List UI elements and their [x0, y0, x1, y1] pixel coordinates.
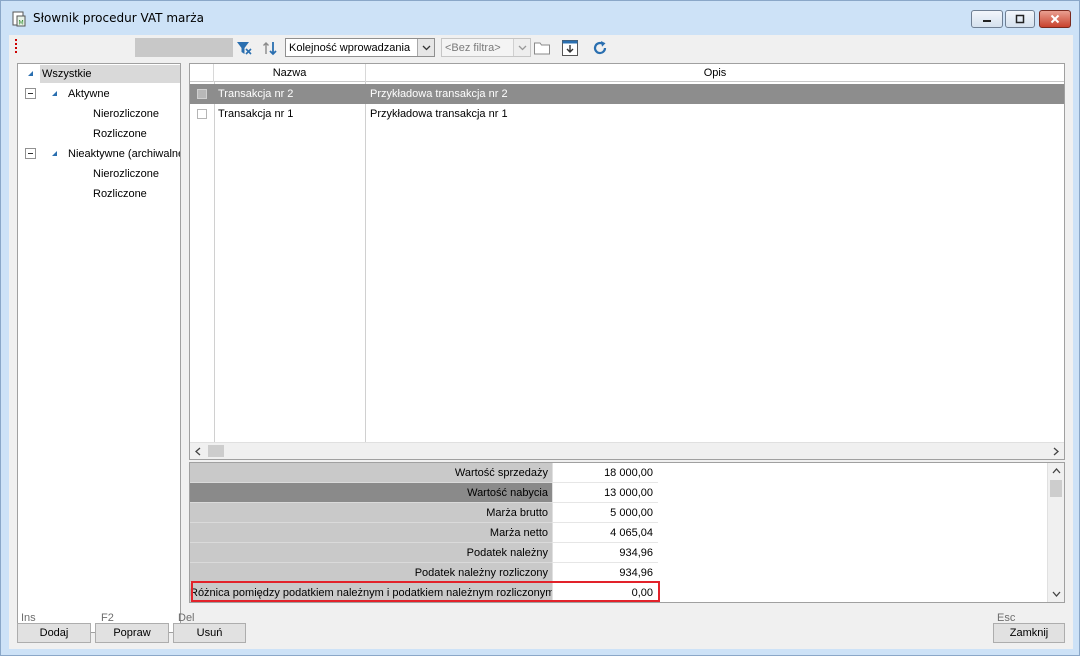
tree-item-active-unsettled[interactable]: Nierozliczone [93, 105, 159, 123]
tree-item-label: Nierozliczone [93, 108, 160, 120]
maximize-icon [1015, 14, 1025, 24]
chevron-right-icon[interactable] [1052, 447, 1060, 456]
scroll-thumb[interactable] [1050, 480, 1062, 497]
toolbar-grip[interactable] [15, 39, 17, 53]
filter-select[interactable]: <Bez filtra> [441, 38, 531, 57]
delete-button[interactable]: Usuń [173, 623, 246, 643]
summary-label: Podatek należny rozliczony [190, 563, 552, 583]
column-header-name[interactable]: Nazwa [214, 64, 366, 82]
tree-item-inactive-settled[interactable]: Rozliczone [93, 185, 147, 203]
folder-button[interactable] [533, 39, 551, 57]
horizontal-scrollbar[interactable] [190, 442, 1064, 459]
search-input[interactable] [135, 38, 233, 57]
summary-row[interactable]: Wartość nabycia 13 000,00 [190, 483, 1048, 503]
expanded-arrow-icon[interactable] [28, 71, 33, 76]
sort-order-select[interactable]: Kolejność wprowadzania [285, 38, 435, 57]
summary-value: 934,96 [552, 543, 658, 563]
tree-item-inactive-unsettled[interactable]: Nierozliczone [93, 165, 159, 183]
grid-header: Nazwa Opis [190, 64, 1064, 82]
scroll-thumb[interactable] [208, 445, 224, 457]
tree-item-label: Nieaktywne (archiwalne [68, 148, 181, 160]
minimize-button[interactable] [971, 10, 1003, 28]
grid-header-select[interactable] [190, 64, 214, 82]
row-checkbox[interactable] [197, 89, 207, 99]
summary-label: Wartość nabycia [190, 483, 552, 503]
summary-row[interactable]: Marża netto 4 065,04 [190, 523, 1048, 543]
row-checkbox[interactable] [197, 109, 207, 119]
sort-order-button[interactable] [261, 39, 279, 57]
expanded-arrow-icon[interactable] [52, 151, 57, 156]
tree-item-inactive[interactable]: Nieaktywne (archiwalne [68, 145, 181, 163]
chevron-down-icon [417, 39, 434, 56]
app-window: M Słownik procedur VAT marża Kolejność w… [0, 0, 1080, 656]
tree-item-label: Nierozliczone [93, 168, 160, 180]
tree-item-active[interactable]: Aktywne [68, 85, 110, 103]
maximize-button[interactable] [1005, 10, 1035, 28]
client-area: Kolejność wprowadzania <Bez filtra> Wszy… [9, 35, 1073, 649]
filter-value: <Bez filtra> [445, 41, 501, 54]
cell-name: Transakcja nr 2 [218, 88, 294, 100]
tree-item-label: Rozliczone [93, 188, 147, 200]
collapse-icon[interactable] [25, 88, 36, 99]
refresh-icon [593, 41, 607, 55]
export-button[interactable] [561, 39, 579, 57]
summary-label: Podatek należny [190, 543, 552, 563]
summary-row[interactable]: Marża brutto 5 000,00 [190, 503, 1048, 523]
title-bar: M Słownik procedur VAT marża [1, 1, 1079, 35]
funnel-icon [237, 42, 252, 55]
sort-arrows-icon [263, 42, 277, 56]
table-row[interactable]: Transakcja nr 1 Przykładowa transakcja n… [190, 104, 1064, 124]
summary-row[interactable]: Wartość sprzedaży 18 000,00 [190, 463, 1048, 483]
tree-item-label: Aktywne [68, 88, 110, 100]
document-icon: M [12, 11, 26, 27]
chevron-down-icon [513, 39, 530, 56]
summary-value: 18 000,00 [552, 463, 658, 483]
column-header-description[interactable]: Opis [366, 64, 1064, 82]
edit-button[interactable]: Popraw [95, 623, 169, 643]
collapse-icon[interactable] [25, 148, 36, 159]
category-tree[interactable]: Wszystkie Aktywne Nierozliczone Rozliczo… [17, 63, 181, 633]
vertical-scrollbar[interactable] [1047, 463, 1064, 602]
filter-toggle-button[interactable] [235, 39, 253, 57]
summary-value: 5 000,00 [552, 503, 658, 523]
tree-item-active-settled[interactable]: Rozliczone [93, 125, 147, 143]
highlight-annotation [191, 581, 660, 602]
refresh-button[interactable] [591, 39, 609, 57]
summary-row[interactable]: Podatek należny 934,96 [190, 543, 1048, 563]
summary-value: 4 065,04 [552, 523, 658, 543]
close-button[interactable]: Zamknij [993, 623, 1065, 643]
chevron-left-icon[interactable] [194, 447, 202, 456]
table-row[interactable]: Transakcja nr 2 Przykładowa transakcja n… [190, 84, 1064, 104]
summary-panel: Wartość sprzedaży 18 000,00 Wartość naby… [189, 462, 1065, 603]
column-divider [365, 82, 366, 442]
chevron-down-icon[interactable] [1052, 590, 1061, 598]
window-title: Słownik procedur VAT marża [33, 11, 204, 25]
cell-name: Transakcja nr 1 [218, 108, 294, 120]
expanded-arrow-icon[interactable] [52, 91, 57, 96]
tree-item-all[interactable]: Wszystkie [40, 65, 180, 83]
chevron-up-icon[interactable] [1052, 467, 1061, 475]
cell-description: Przykładowa transakcja nr 2 [370, 88, 508, 100]
summary-label: Marża brutto [190, 503, 552, 523]
folder-icon [534, 42, 550, 55]
close-icon [1050, 14, 1060, 24]
summary-label: Marża netto [190, 523, 552, 543]
close-window-button[interactable] [1039, 10, 1071, 28]
summary-label: Wartość sprzedaży [190, 463, 552, 483]
tree-item-label: Wszystkie [42, 68, 92, 80]
transactions-grid[interactable]: Nazwa Opis Transakcja nr 2 Przykładowa t… [189, 63, 1065, 460]
minimize-icon [983, 20, 991, 22]
download-box-icon [562, 40, 578, 56]
summary-value: 13 000,00 [552, 483, 658, 503]
summary-row[interactable]: Podatek należny rozliczony 934,96 [190, 563, 1048, 583]
sort-order-value: Kolejność wprowadzania [289, 41, 411, 54]
column-divider [214, 82, 215, 442]
tree-item-label: Rozliczone [93, 128, 147, 140]
cell-description: Przykładowa transakcja nr 1 [370, 108, 508, 120]
add-button[interactable]: Dodaj [17, 623, 91, 643]
svg-text:M: M [19, 20, 24, 27]
summary-value: 934,96 [552, 563, 658, 583]
